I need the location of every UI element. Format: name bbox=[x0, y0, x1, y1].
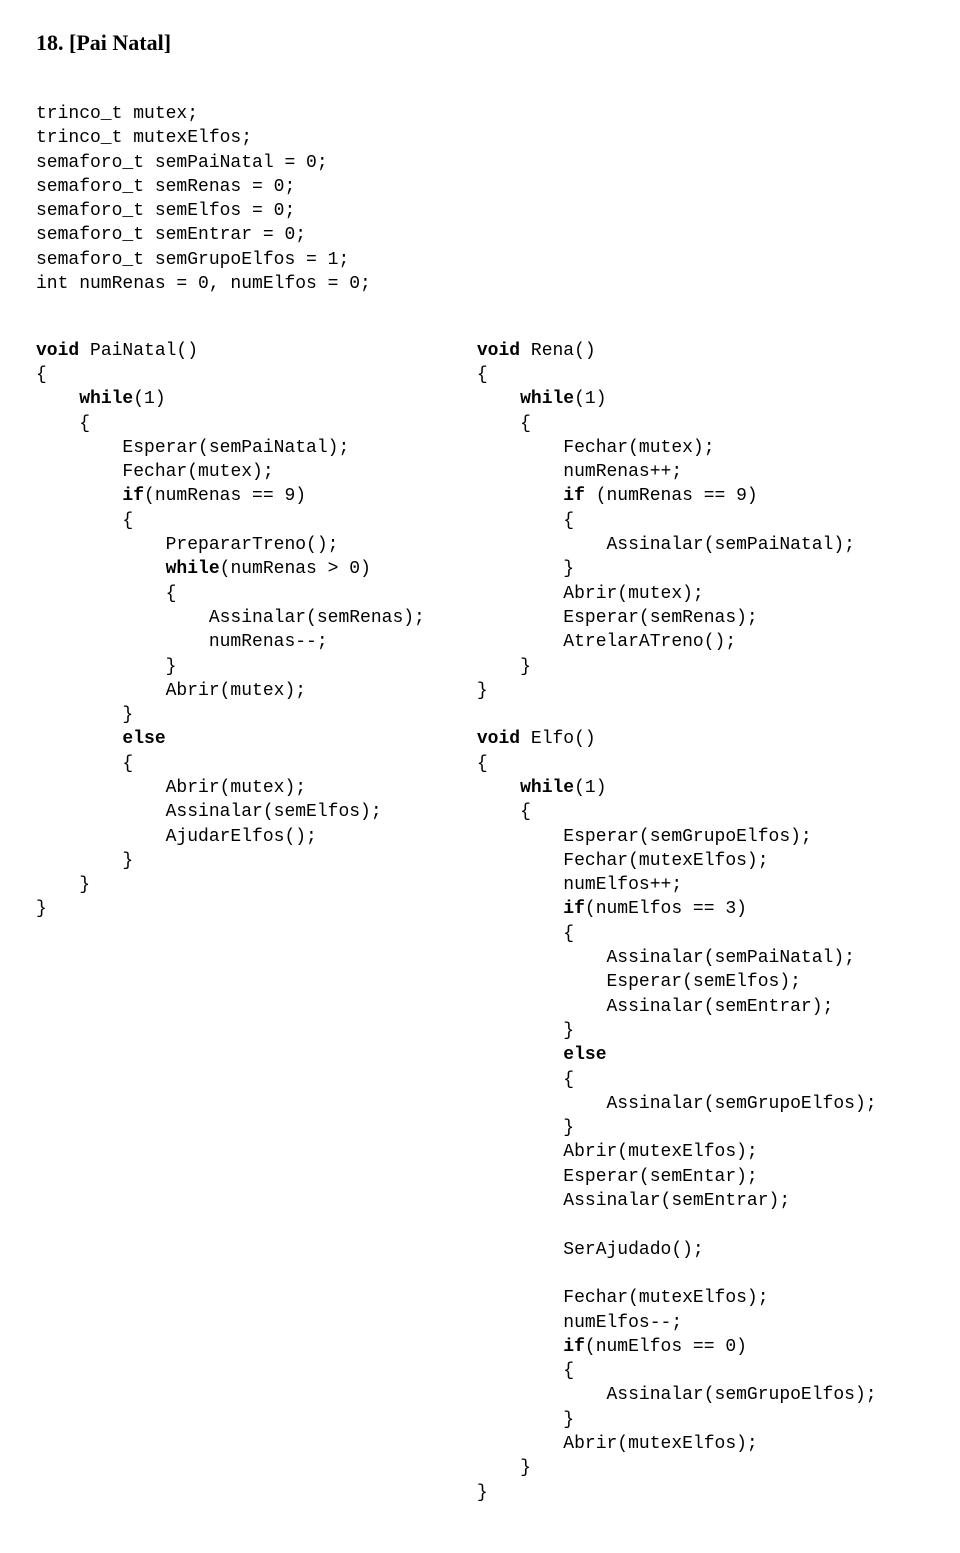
stmt: numRenas--; bbox=[209, 632, 328, 652]
stmt: Abrir(mutex); bbox=[563, 584, 703, 604]
brace: { bbox=[563, 511, 574, 531]
kw-while: while bbox=[79, 389, 133, 409]
stmt: Assinalar(semEntrar); bbox=[607, 997, 834, 1017]
stmt: AtrelarATreno(); bbox=[563, 632, 736, 652]
cond: (numRenas == 9) bbox=[585, 486, 758, 506]
kw-void: void bbox=[36, 341, 79, 361]
brace: } bbox=[563, 1118, 574, 1138]
decl-line: trinco_t mutexElfos; bbox=[36, 128, 252, 148]
cond: (1) bbox=[574, 389, 606, 409]
fn-name: PaiNatal() bbox=[79, 341, 198, 361]
kw-while: while bbox=[520, 778, 574, 798]
cond: (1) bbox=[133, 389, 165, 409]
stmt: Assinalar(semPaiNatal); bbox=[607, 948, 855, 968]
left-column-painatal: void PaiNatal() { while(1) { Esperar(sem… bbox=[36, 314, 425, 921]
brace: { bbox=[563, 1361, 574, 1381]
kw-if: if bbox=[563, 899, 585, 919]
stmt: AjudarElfos(); bbox=[166, 827, 317, 847]
kw-else: else bbox=[563, 1045, 606, 1065]
right-column-rena-elfo: void Rena() { while(1) { Fechar(mutex); … bbox=[477, 314, 877, 1505]
brace: } bbox=[477, 1483, 488, 1503]
cond: (numRenas > 0) bbox=[220, 559, 371, 579]
kw-void: void bbox=[477, 341, 520, 361]
kw-if: if bbox=[563, 1337, 585, 1357]
kw-if: if bbox=[563, 486, 585, 506]
stmt: SerAjudado(); bbox=[563, 1240, 703, 1260]
brace: } bbox=[166, 657, 177, 677]
stmt: Abrir(mutex); bbox=[166, 681, 306, 701]
code-columns: void PaiNatal() { while(1) { Esperar(sem… bbox=[36, 314, 924, 1505]
brace: } bbox=[122, 705, 133, 725]
kw-else: else bbox=[122, 729, 165, 749]
brace: { bbox=[563, 924, 574, 944]
brace: { bbox=[520, 802, 531, 822]
stmt: Assinalar(semEntrar); bbox=[563, 1191, 790, 1211]
kw-while: while bbox=[166, 559, 220, 579]
cond: (numElfos == 0) bbox=[585, 1337, 747, 1357]
fn-name: Rena() bbox=[520, 341, 596, 361]
stmt: Fechar(mutexElfos); bbox=[563, 1288, 768, 1308]
brace: { bbox=[79, 414, 90, 434]
decl-line: semaforo_t semPaiNatal = 0; bbox=[36, 153, 328, 173]
cond: (1) bbox=[574, 778, 606, 798]
brace: { bbox=[36, 365, 47, 385]
brace: } bbox=[563, 559, 574, 579]
brace: } bbox=[520, 1458, 531, 1478]
brace: } bbox=[122, 851, 133, 871]
stmt: numElfos++; bbox=[563, 875, 682, 895]
stmt: Abrir(mutex); bbox=[166, 778, 306, 798]
fn-name: Elfo() bbox=[520, 729, 596, 749]
stmt: Fechar(mutexElfos); bbox=[563, 851, 768, 871]
stmt: Assinalar(semPaiNatal); bbox=[607, 535, 855, 555]
brace: } bbox=[563, 1410, 574, 1430]
stmt: Assinalar(semGrupoElfos); bbox=[607, 1385, 877, 1405]
kw-void: void bbox=[477, 729, 520, 749]
stmt: Abrir(mutexElfos); bbox=[563, 1434, 757, 1454]
stmt: Esperar(semPaiNatal); bbox=[122, 438, 349, 458]
brace: { bbox=[122, 511, 133, 531]
decl-line: semaforo_t semGrupoElfos = 1; bbox=[36, 250, 349, 270]
stmt: Esperar(semRenas); bbox=[563, 608, 757, 628]
stmt: PrepararTreno(); bbox=[166, 535, 339, 555]
stmt: Fechar(mutex); bbox=[563, 438, 714, 458]
brace: { bbox=[122, 754, 133, 774]
stmt: Abrir(mutexElfos); bbox=[563, 1142, 757, 1162]
brace: } bbox=[36, 899, 47, 919]
brace: { bbox=[166, 584, 177, 604]
kw-while: while bbox=[520, 389, 574, 409]
stmt: Assinalar(semElfos); bbox=[166, 802, 382, 822]
cond: (numElfos == 3) bbox=[585, 899, 747, 919]
stmt: Esperar(semElfos); bbox=[607, 972, 801, 992]
stmt: Fechar(mutex); bbox=[122, 462, 273, 482]
stmt: Assinalar(semRenas); bbox=[209, 608, 425, 628]
brace: { bbox=[520, 414, 531, 434]
kw-if: if bbox=[122, 486, 144, 506]
stmt: numElfos--; bbox=[563, 1313, 682, 1333]
brace: { bbox=[477, 365, 488, 385]
brace: { bbox=[563, 1070, 574, 1090]
brace: } bbox=[477, 681, 488, 701]
brace: { bbox=[477, 754, 488, 774]
stmt: Assinalar(semGrupoElfos); bbox=[607, 1094, 877, 1114]
cond: (numRenas == 9) bbox=[144, 486, 306, 506]
exercise-heading: 18. [Pai Natal] bbox=[36, 28, 924, 58]
decl-line: semaforo_t semRenas = 0; bbox=[36, 177, 295, 197]
brace: } bbox=[520, 657, 531, 677]
stmt: Esperar(semGrupoElfos); bbox=[563, 827, 811, 847]
decl-line: semaforo_t semEntrar = 0; bbox=[36, 225, 306, 245]
stmt: numRenas++; bbox=[563, 462, 682, 482]
decl-line: trinco_t mutex; bbox=[36, 104, 198, 124]
brace: } bbox=[563, 1021, 574, 1041]
decl-line: semaforo_t semElfos = 0; bbox=[36, 201, 295, 221]
stmt: Esperar(semEntar); bbox=[563, 1167, 757, 1187]
brace: } bbox=[79, 875, 90, 895]
decl-line: int numRenas = 0, numElfos = 0; bbox=[36, 274, 371, 294]
declarations-block: trinco_t mutex; trinco_t mutexElfos; sem… bbox=[36, 78, 924, 297]
